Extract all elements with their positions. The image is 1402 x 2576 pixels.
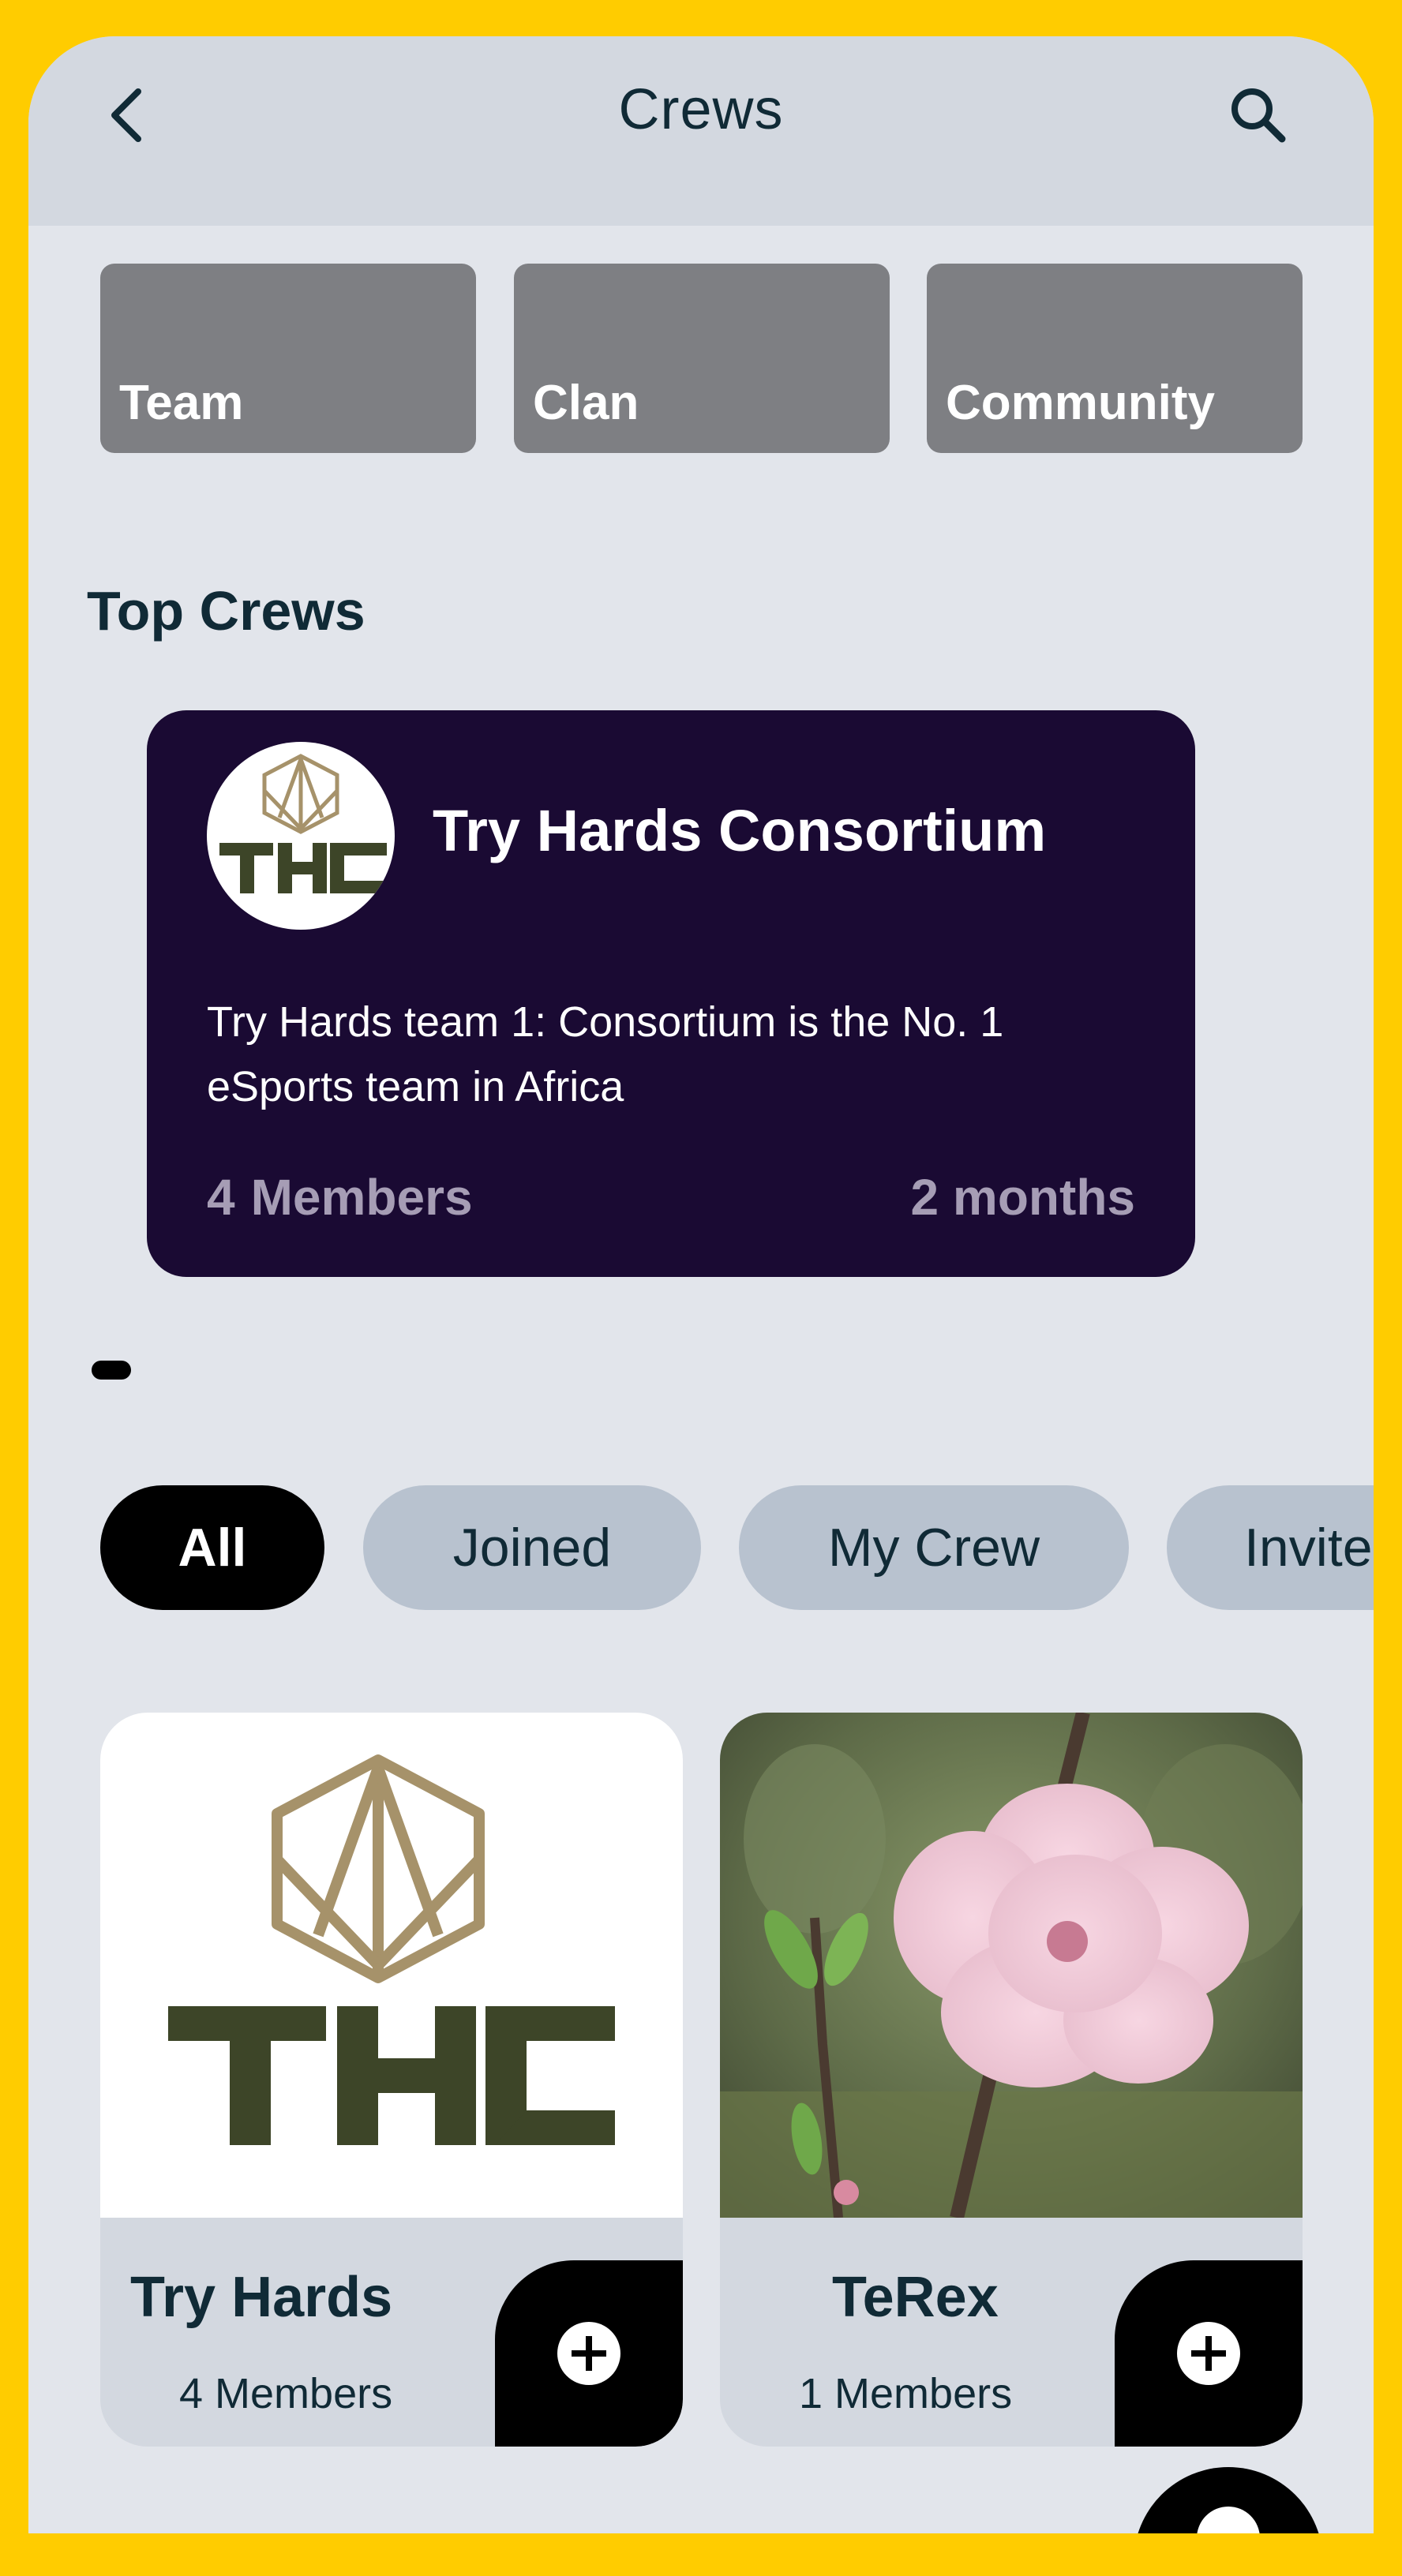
app-screen: Crews Team Clan Community Top Crews Try …: [28, 36, 1374, 2533]
app-bar: Crews: [28, 36, 1374, 226]
thc-logo-icon: [168, 1754, 615, 2145]
plus-circle-icon: [1177, 2322, 1240, 2385]
crew-thumbnail: [720, 1713, 1303, 2220]
plus-circle-icon: [557, 2322, 620, 2385]
crew-card-terex[interactable]: TeRex 1 Members: [720, 1713, 1303, 2447]
member-count: 4: [207, 1169, 235, 1226]
device-frame: Crews Team Clan Community Top Crews Try …: [0, 0, 1402, 2576]
carousel-page-indicator: [92, 1361, 131, 1380]
crew-thumbnail: [100, 1713, 683, 2218]
category-label: Team: [119, 376, 244, 430]
join-crew-button[interactable]: [1115, 2260, 1303, 2447]
blossom-photo-icon: [720, 1713, 1303, 2220]
category-tile-clan[interactable]: Clan: [514, 264, 890, 453]
crew-avatar: [207, 742, 395, 930]
top-crew-members: 4 Members: [207, 1168, 473, 1226]
crew-name: TeRex: [832, 2266, 999, 2329]
crew-member-count: 4 Members: [179, 2370, 393, 2417]
filter-chip-invite[interactable]: Invite: [1167, 1485, 1374, 1610]
top-crew-name: Try Hards Consortium: [433, 798, 1047, 863]
filter-chip-joined[interactable]: Joined: [363, 1485, 701, 1610]
search-icon: [1231, 88, 1286, 143]
plus-circle-icon: [1197, 2507, 1260, 2533]
search-button[interactable]: [1220, 77, 1296, 153]
join-crew-button[interactable]: [495, 2260, 683, 2447]
top-crew-description: Try Hards team 1: Consortium is the No. …: [207, 998, 1004, 1110]
top-crew-age: 2 months: [910, 1169, 1135, 1226]
category-label: Community: [946, 376, 1215, 430]
category-tile-community[interactable]: Community: [927, 264, 1303, 453]
crew-card-try-hards[interactable]: Try Hards 4 Members: [100, 1713, 683, 2447]
page-title: Crews: [618, 78, 784, 141]
filter-chip-my-crew[interactable]: My Crew: [739, 1485, 1129, 1610]
category-tile-team[interactable]: Team: [100, 264, 476, 453]
create-crew-fab[interactable]: [1134, 2467, 1323, 2533]
thc-logo-icon: [219, 754, 387, 893]
members-label: Members: [250, 1169, 473, 1226]
top-crew-card[interactable]: Try Hards Consortium Try Hards team 1: C…: [147, 710, 1195, 1277]
crew-name: Try Hards: [130, 2266, 393, 2329]
crew-member-count: 1 Members: [799, 2370, 1013, 2417]
category-label: Clan: [533, 376, 639, 430]
section-title-top-crews: Top Crews: [87, 580, 365, 642]
filter-chip-all[interactable]: All: [100, 1485, 324, 1610]
